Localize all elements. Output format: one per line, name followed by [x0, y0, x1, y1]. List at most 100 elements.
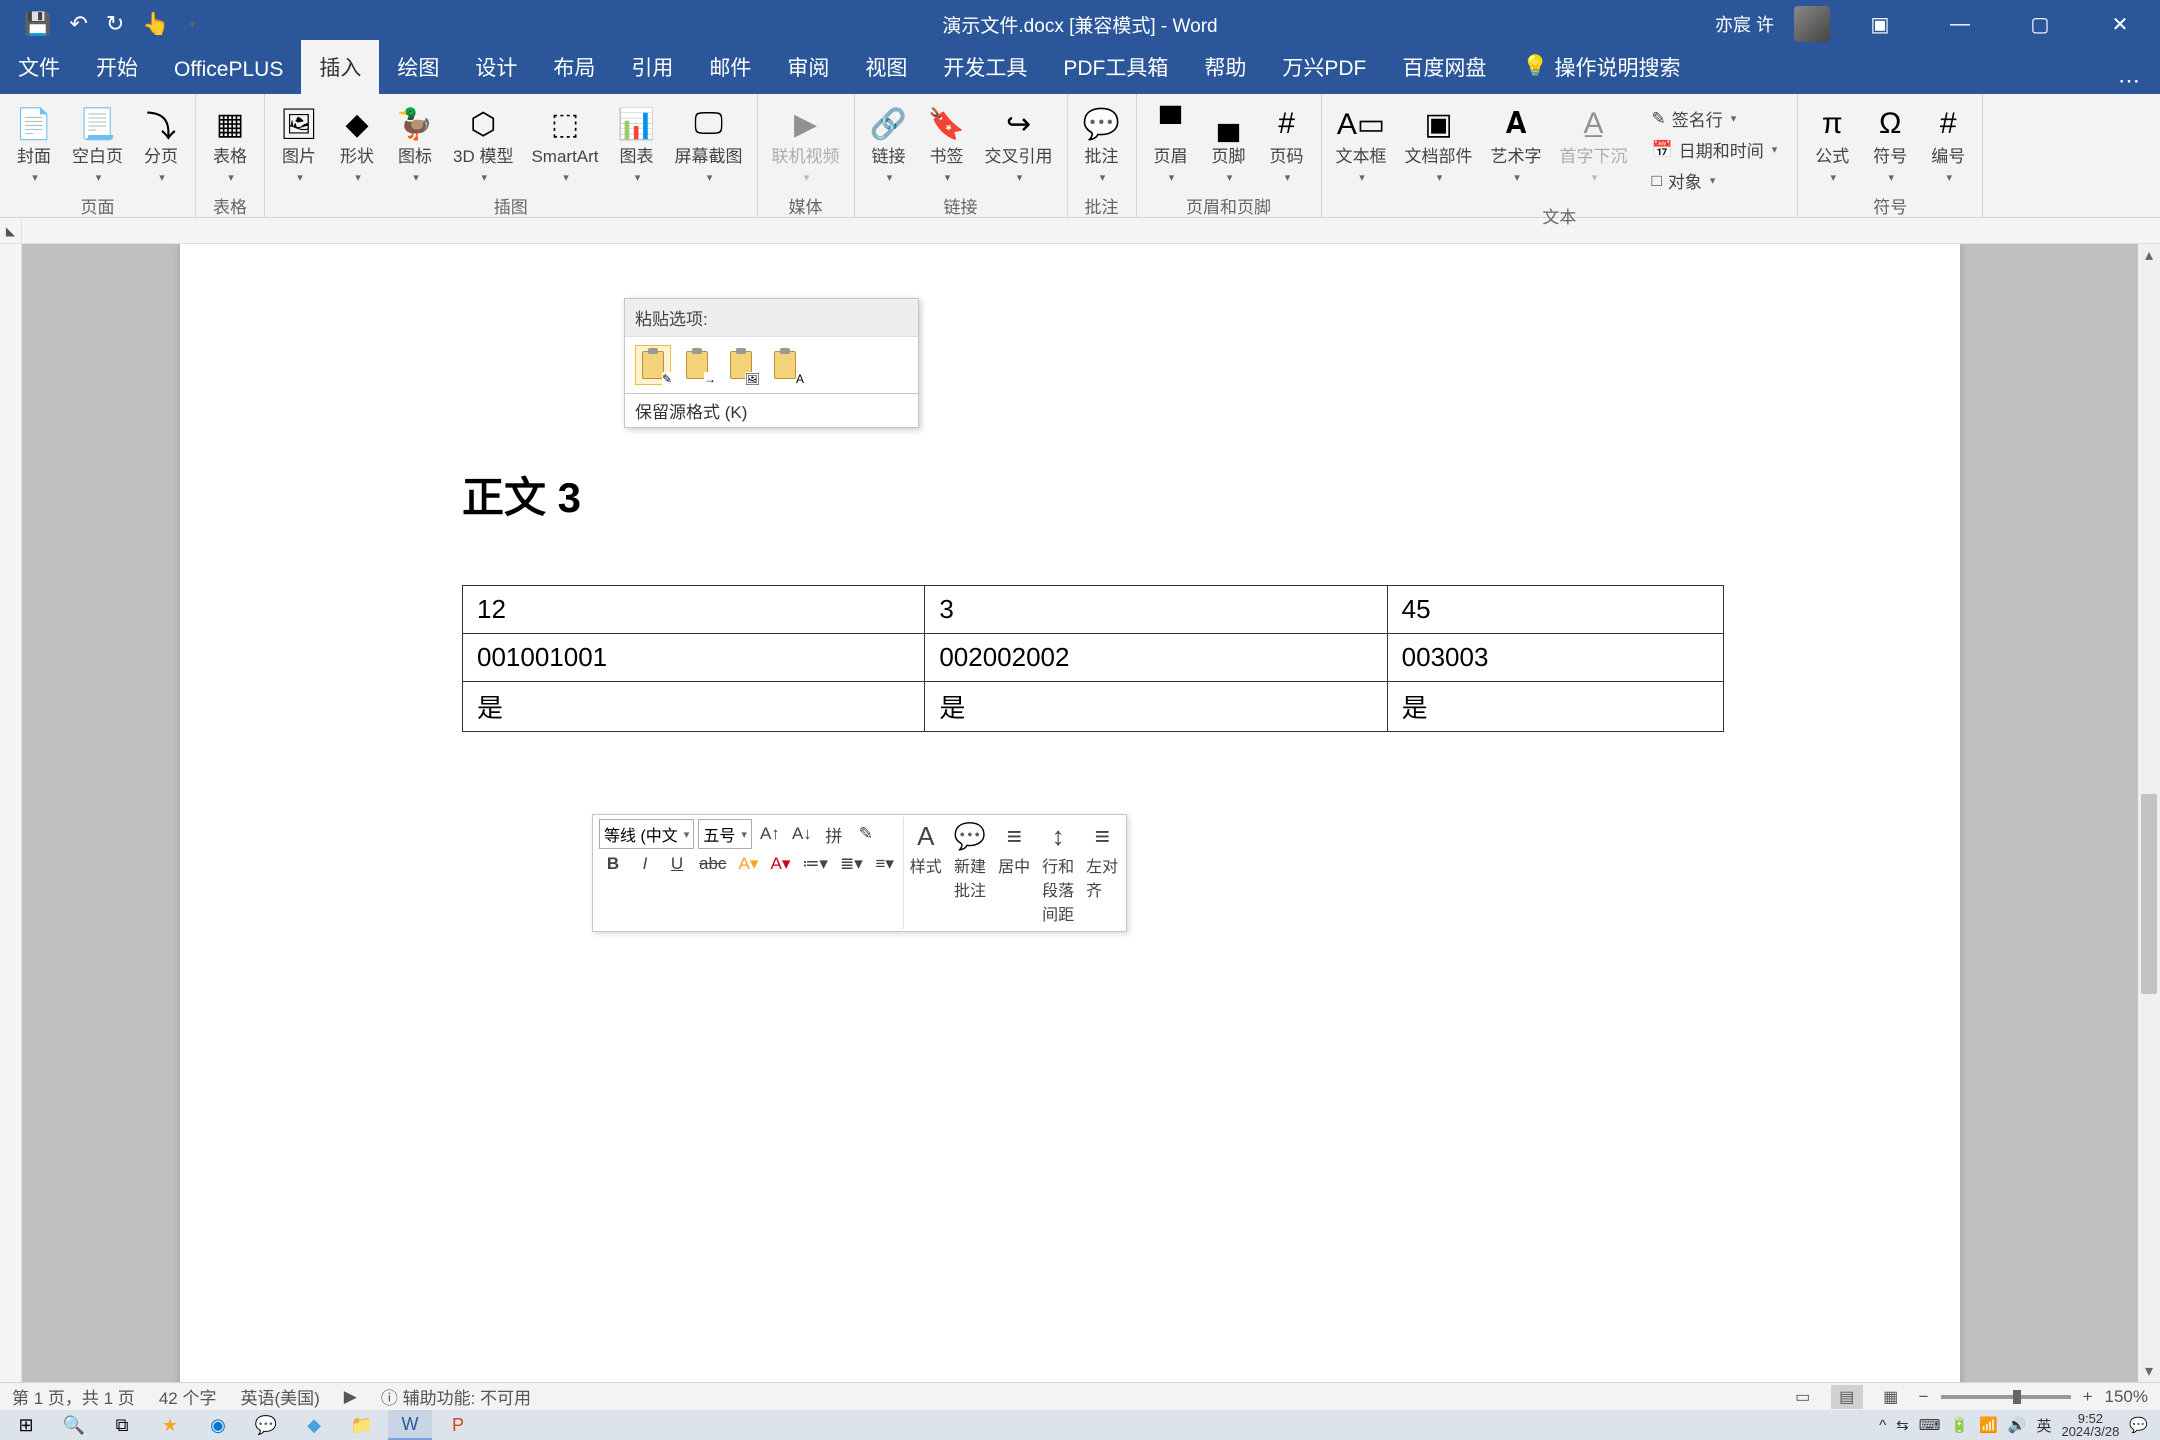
- wechat-icon[interactable]: 💬: [244, 1410, 288, 1440]
- scroll-up-icon[interactable]: ▴: [2138, 244, 2160, 266]
- zoom-out-icon[interactable]: −: [1919, 1387, 1929, 1407]
- tab-OfficePLUS[interactable]: OfficePLUS: [156, 46, 301, 94]
- mini-btn[interactable]: A▾: [734, 849, 762, 879]
- tab-百度网盘[interactable]: 百度网盘: [1384, 40, 1504, 94]
- ribbon-页脚[interactable]: ▄页脚▾: [1203, 100, 1255, 189]
- mini-btn[interactable]: ≔▾: [798, 849, 832, 879]
- avatar[interactable]: [1794, 6, 1830, 42]
- tab-引用[interactable]: 引用: [613, 40, 691, 94]
- ruler-vertical[interactable]: [0, 244, 22, 1382]
- status-word-count[interactable]: 42 个字: [159, 1384, 217, 1409]
- share-icon[interactable]: ⋯: [2118, 68, 2160, 94]
- app-star-icon[interactable]: ★: [148, 1410, 192, 1440]
- minimize-icon[interactable]: —: [1930, 0, 1990, 48]
- mini-btn[interactable]: ✎: [852, 819, 880, 849]
- ribbon-空白页[interactable]: 📃空白页▾: [66, 100, 129, 189]
- tab-设计[interactable]: 设计: [457, 40, 535, 94]
- ribbon-批注[interactable]: 💬批注▾: [1076, 100, 1128, 189]
- tab-开始[interactable]: 开始: [78, 40, 156, 94]
- ribbon-图片[interactable]: 🖼图片▾: [273, 100, 325, 189]
- tab-万兴PDF[interactable]: 万兴PDF: [1264, 40, 1384, 94]
- tray-wifi-icon[interactable]: 📶: [1979, 1416, 1998, 1434]
- mini-行和段落间距[interactable]: ↕行和段落间距: [1036, 817, 1080, 929]
- powerpoint-icon[interactable]: P: [436, 1410, 480, 1440]
- ribbon-文本框[interactable]: A▭文本框▾: [1330, 100, 1393, 189]
- table-cell[interactable]: 45: [1387, 586, 1723, 634]
- status-page[interactable]: 第 1 页，共 1 页: [12, 1384, 135, 1409]
- ribbon-图表[interactable]: 📊图表▾: [611, 100, 663, 189]
- ribbon-艺术字[interactable]: 𝐀艺术字▾: [1485, 100, 1548, 189]
- ribbon-图标[interactable]: 🦆图标▾: [389, 100, 441, 189]
- tray-ime[interactable]: 英: [2036, 1415, 2051, 1436]
- table-cell[interactable]: 是: [463, 682, 925, 732]
- mini-btn[interactable]: B: [599, 849, 627, 879]
- ribbon-表格[interactable]: ▦表格▾: [204, 100, 256, 189]
- zoom-in-icon[interactable]: +: [2083, 1387, 2093, 1407]
- table-cell[interactable]: 002002002: [925, 634, 1387, 682]
- task-view-icon[interactable]: ⧉: [100, 1410, 144, 1440]
- tray-keyboard-icon[interactable]: ⌨: [1919, 1416, 1941, 1434]
- scrollbar-vertical[interactable]: ▴ ▾: [2138, 244, 2160, 1382]
- mini-btn[interactable]: A↑: [756, 819, 784, 849]
- status-language[interactable]: 英语(美国): [240, 1384, 319, 1409]
- mini-btn[interactable]: U: [663, 849, 691, 879]
- ribbon-签名行[interactable]: ✎签名行▾: [1648, 104, 1782, 133]
- tab-插入[interactable]: 插入: [301, 40, 379, 94]
- undo-icon[interactable]: ↶: [69, 11, 87, 37]
- tab-开发工具[interactable]: 开发工具: [925, 40, 1045, 94]
- status-accessibility[interactable]: ⓘ 辅助功能: 不可用: [381, 1384, 531, 1409]
- table-cell[interactable]: 是: [1387, 682, 1723, 732]
- page[interactable]: 正文 3 12345001001001002002002003003是是是 粘贴…: [180, 244, 1960, 1382]
- zoom-slider[interactable]: [1941, 1395, 2071, 1399]
- save-icon[interactable]: 💾: [24, 11, 51, 37]
- scroll-down-icon[interactable]: ▾: [2138, 1360, 2160, 1382]
- tray-chevron-icon[interactable]: ^: [1879, 1417, 1886, 1434]
- explorer-icon[interactable]: 📁: [340, 1410, 384, 1440]
- ribbon-交叉引用[interactable]: ↪交叉引用▾: [979, 100, 1059, 189]
- tell-me-search[interactable]: 💡操作说明搜索: [1504, 40, 1698, 94]
- document-area[interactable]: 正文 3 12345001001001002002002003003是是是 粘贴…: [22, 244, 2138, 1382]
- ruler-horizontal[interactable]: [22, 218, 2160, 243]
- ribbon-文档部件[interactable]: ▣文档部件▾: [1399, 100, 1479, 189]
- paste-text-only-icon[interactable]: A: [767, 345, 803, 385]
- zoom-level[interactable]: 150%: [2105, 1387, 2148, 1407]
- search-icon[interactable]: 🔍: [52, 1410, 96, 1440]
- ribbon-页眉[interactable]: ▀页眉▾: [1145, 100, 1197, 189]
- tab-文件[interactable]: 文件: [0, 40, 78, 94]
- touch-mode-icon[interactable]: 👆: [142, 11, 169, 37]
- ribbon-编号[interactable]: #编号▾: [1922, 100, 1974, 189]
- view-read-icon[interactable]: ▭: [1787, 1385, 1819, 1409]
- mini-居中[interactable]: ≡居中: [992, 817, 1036, 929]
- view-web-icon[interactable]: ▦: [1875, 1385, 1907, 1409]
- tray-notifications-icon[interactable]: 💬: [2129, 1416, 2148, 1434]
- scroll-thumb[interactable]: [2141, 794, 2157, 994]
- mini-btn[interactable]: ≣▾: [836, 849, 867, 879]
- ribbon-公式[interactable]: π公式▾: [1806, 100, 1858, 189]
- view-print-icon[interactable]: ▤: [1831, 1385, 1863, 1409]
- mini-btn[interactable]: A▾: [766, 849, 794, 879]
- mini-btn[interactable]: I: [631, 849, 659, 879]
- mini-btn[interactable]: abc: [695, 849, 730, 879]
- heading-text[interactable]: 正文 3: [462, 464, 1780, 525]
- word-icon[interactable]: W: [388, 1410, 432, 1440]
- paste-merge-formatting-icon[interactable]: →: [679, 345, 715, 385]
- tab-邮件[interactable]: 邮件: [691, 40, 769, 94]
- document-table[interactable]: 12345001001001002002002003003是是是: [462, 585, 1724, 732]
- mini-btn[interactable]: 拼: [820, 819, 848, 849]
- tab-帮助[interactable]: 帮助: [1186, 40, 1264, 94]
- tab-绘图[interactable]: 绘图: [379, 40, 457, 94]
- ribbon-页码[interactable]: #页码▾: [1261, 100, 1313, 189]
- ribbon-屏幕截图[interactable]: 🖵屏幕截图▾: [669, 100, 749, 189]
- mini-左对齐[interactable]: ≡左对齐: [1080, 817, 1124, 929]
- ribbon-SmartArt[interactable]: ⬚SmartArt▾: [525, 100, 604, 189]
- font-size-combo[interactable]: 五号▾: [698, 819, 752, 849]
- mini-btn[interactable]: ≡▾: [871, 849, 899, 879]
- edge-icon[interactable]: ◉: [196, 1410, 240, 1440]
- ribbon-对象[interactable]: □对象▾: [1648, 166, 1782, 195]
- table-cell[interactable]: 是: [925, 682, 1387, 732]
- tab-布局[interactable]: 布局: [535, 40, 613, 94]
- ribbon-分页[interactable]: ⤵分页▾: [135, 100, 187, 189]
- redo-icon[interactable]: ↻: [106, 11, 124, 37]
- maximize-icon[interactable]: ▢: [2010, 0, 2070, 48]
- ribbon-封面[interactable]: 📄封面▾: [8, 100, 60, 189]
